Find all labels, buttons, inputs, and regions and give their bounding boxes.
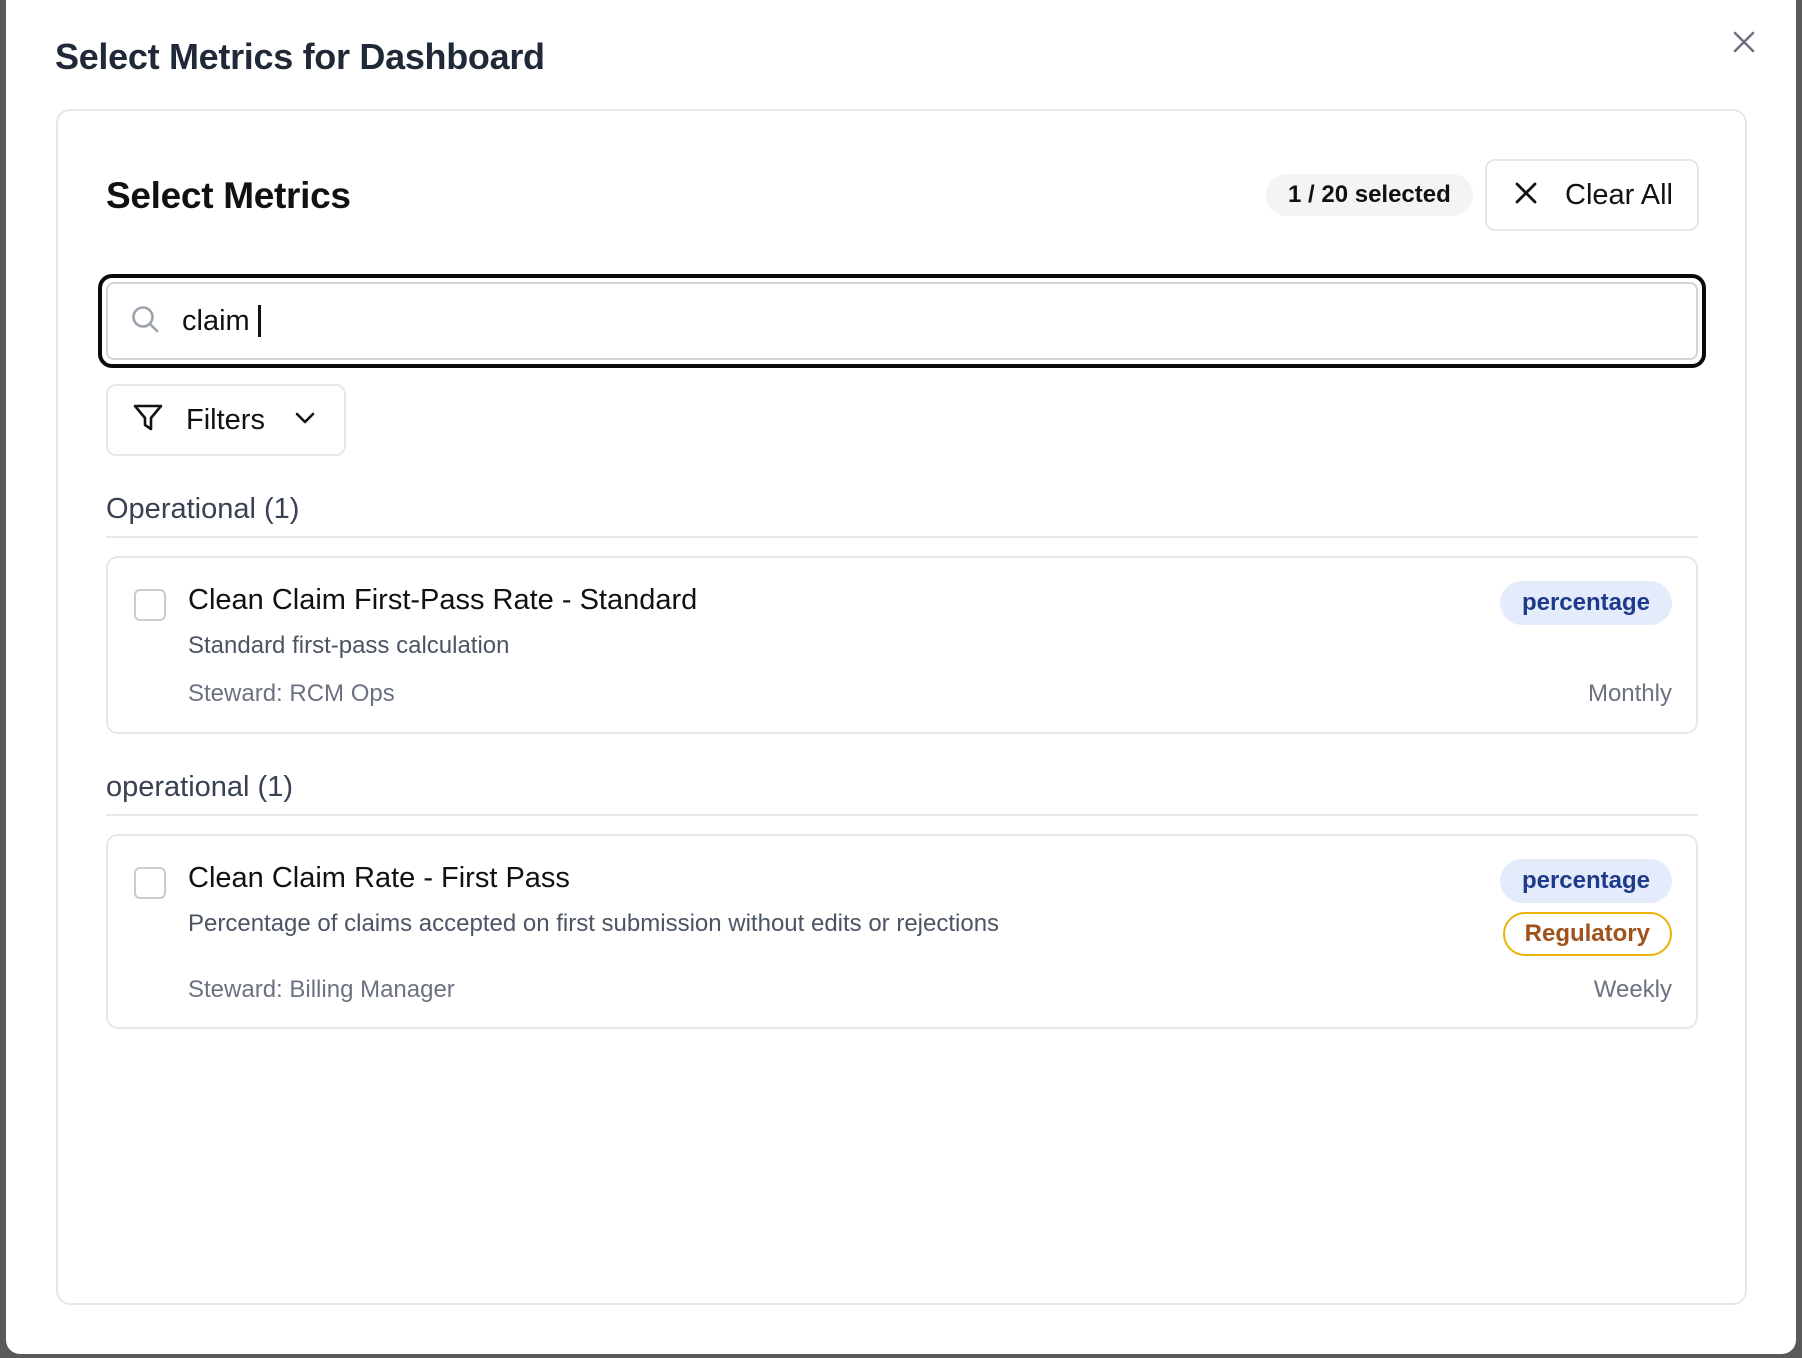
metric-description: Standard first-pass calculation: [188, 632, 510, 659]
group-header-operational: Operational (1): [106, 493, 1698, 538]
metric-frequency: Monthly: [1587, 680, 1672, 707]
type-badge: percentage: [1499, 859, 1672, 903]
search-focus-ring: claim: [98, 274, 1706, 368]
text-caret: [257, 305, 261, 337]
group-header-operational-lower: operational (1): [106, 771, 1698, 816]
select-metrics-modal: Select Metrics for Dashboard Select Metr…: [6, 0, 1796, 1354]
chevron-down-icon: [293, 406, 317, 435]
search-input[interactable]: claim: [106, 282, 1698, 360]
funnel-icon: [132, 402, 164, 439]
metric-steward: Steward: Billing Manager: [188, 976, 455, 1003]
panel-title: Select Metrics: [106, 175, 351, 216]
filters-button[interactable]: Filters: [106, 384, 346, 456]
metric-name: Clean Claim Rate - First Pass: [188, 862, 570, 894]
close-icon[interactable]: [1726, 24, 1762, 60]
metric-card[interactable]: Clean Claim Rate - First Pass Percentage…: [106, 834, 1698, 1029]
metric-checkbox[interactable]: [134, 867, 166, 899]
clear-all-label: Clear All: [1565, 178, 1673, 211]
search-icon: [130, 304, 160, 339]
search-text: claim: [182, 304, 250, 337]
x-icon: [1513, 180, 1539, 211]
metric-card[interactable]: Clean Claim First-Pass Rate - Standard S…: [106, 556, 1698, 734]
metric-checkbox[interactable]: [134, 589, 166, 621]
metric-name: Clean Claim First-Pass Rate - Standard: [188, 584, 698, 616]
metrics-panel: Select Metrics 1 / 20 selected Clear All: [56, 109, 1747, 1305]
filters-label: Filters: [186, 403, 265, 436]
metric-frequency: Weekly: [1593, 976, 1672, 1003]
modal-title: Select Metrics for Dashboard: [55, 36, 545, 77]
search-value: claim: [182, 305, 261, 338]
metric-description: Percentage of claims accepted on first s…: [188, 910, 1000, 937]
selected-count-badge: 1 / 20 selected: [1266, 174, 1473, 216]
metric-steward: Steward: RCM Ops: [188, 680, 395, 707]
type-badge: percentage: [1499, 581, 1672, 625]
regulatory-badge: Regulatory: [1502, 912, 1672, 956]
clear-all-button[interactable]: Clear All: [1485, 159, 1699, 231]
